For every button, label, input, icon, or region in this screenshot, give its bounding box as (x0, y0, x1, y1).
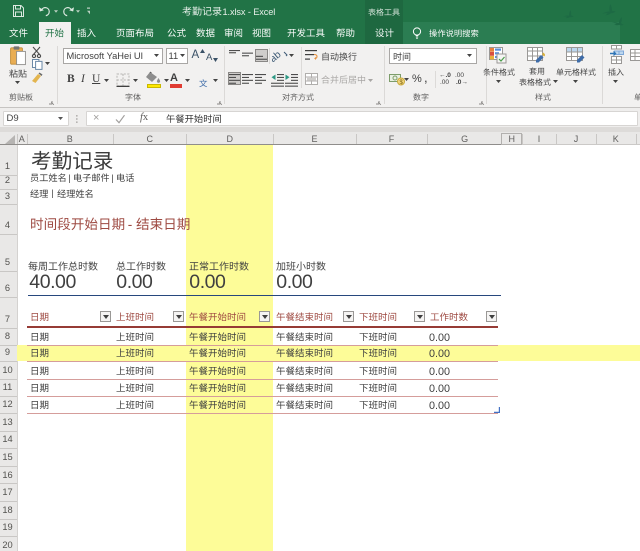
svg-text:ab: ab (272, 49, 284, 63)
